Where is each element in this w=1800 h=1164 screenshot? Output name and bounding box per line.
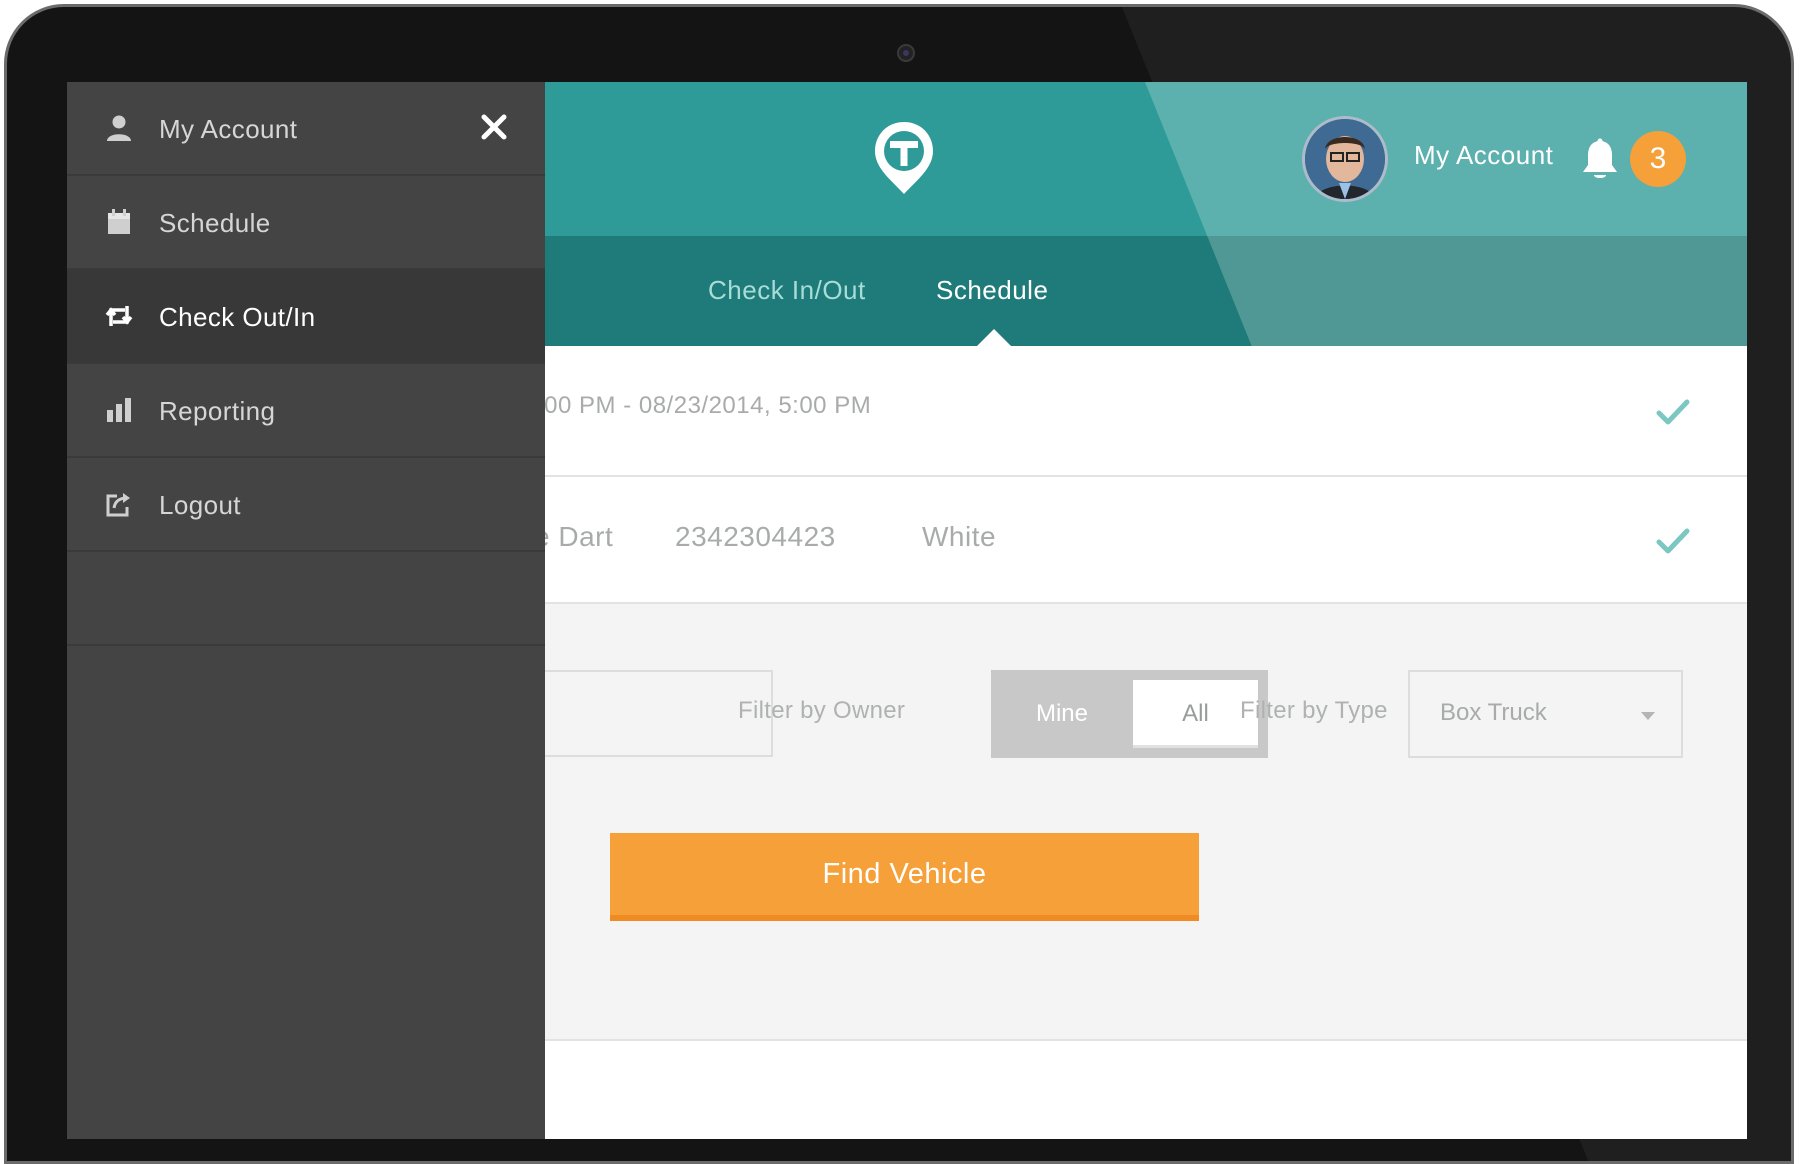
chevron-down-icon xyxy=(1641,712,1655,720)
filter-type-label: Filter by Type xyxy=(1240,697,1388,724)
drawer-item-label: Check Out/In xyxy=(159,302,316,332)
drawer-divider xyxy=(67,552,545,646)
check-icon xyxy=(1656,528,1690,554)
app-screen: My Account 3 Check In/Out Schedule :00 P… xyxy=(67,82,1747,1139)
vehicle-model-text: e Dart xyxy=(534,521,614,552)
vehicle-number-text: 2342304423 xyxy=(675,521,836,552)
header-glare xyxy=(1145,82,1747,346)
owner-toggle[interactable]: Mine All xyxy=(991,670,1268,758)
drawer-item-reporting[interactable]: Reporting xyxy=(67,364,545,458)
bar-chart-icon xyxy=(107,398,131,422)
account-link[interactable]: My Account xyxy=(1414,140,1553,171)
side-drawer: My Account Schedule Check Out/In Reporti… xyxy=(67,82,545,1139)
avatar-image xyxy=(1305,119,1385,199)
find-vehicle-button[interactable]: Find Vehicle xyxy=(610,833,1199,921)
bell-icon[interactable] xyxy=(1579,138,1621,182)
avatar[interactable] xyxy=(1302,116,1388,202)
filter-owner-label: Filter by Owner xyxy=(738,697,906,724)
logout-icon xyxy=(106,493,130,517)
user-icon xyxy=(107,115,131,141)
tab-check-in-out[interactable]: Check In/Out xyxy=(708,275,866,306)
notification-badge[interactable]: 3 xyxy=(1630,131,1686,187)
active-tab-indicator xyxy=(977,329,1011,346)
map-pin-t-icon[interactable] xyxy=(873,120,935,196)
drawer-item-logout[interactable]: Logout xyxy=(67,458,545,552)
laptop-bezel: My Account 3 Check In/Out Schedule :00 P… xyxy=(4,4,1794,1164)
drawer-item-schedule[interactable]: Schedule xyxy=(67,176,545,270)
drawer-item-label: Reporting xyxy=(159,396,276,426)
swap-icon xyxy=(105,306,133,326)
drawer-item-label: My Account xyxy=(159,114,298,144)
drawer-item-label: Logout xyxy=(159,490,241,520)
owner-option-mine[interactable]: Mine xyxy=(991,670,1133,758)
webcam xyxy=(897,44,915,62)
type-select[interactable]: Box Truck xyxy=(1408,670,1683,758)
drawer-item-check-out-in[interactable]: Check Out/In xyxy=(67,270,545,364)
tab-schedule[interactable]: Schedule xyxy=(936,275,1048,306)
calendar-icon xyxy=(108,209,130,234)
vehicle-color-text: White xyxy=(922,521,997,552)
date-range-text: :00 PM - 08/23/2014, 5:00 PM xyxy=(537,392,872,419)
drawer-item-label: Schedule xyxy=(159,208,271,238)
close-icon[interactable] xyxy=(479,112,509,142)
type-select-value: Box Truck xyxy=(1440,699,1547,726)
drawer-item-my-account[interactable]: My Account xyxy=(67,82,545,176)
check-icon xyxy=(1656,399,1690,425)
